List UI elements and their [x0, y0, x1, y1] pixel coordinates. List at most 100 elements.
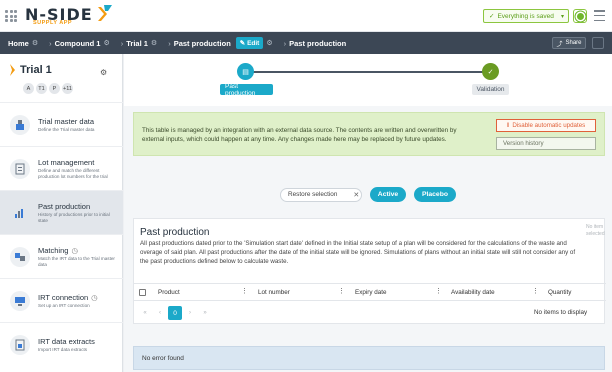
sidebar-item-trial-master-data[interactable]: Trial master data Define the Trial maste…: [0, 102, 123, 146]
breadcrumb-trial[interactable]: › Trial 1 ⚙: [118, 39, 157, 48]
error-status-box: No error found: [133, 346, 605, 370]
avatar: A: [23, 83, 34, 94]
edit-label: Edit: [247, 40, 260, 47]
trial-settings-icon[interactable]: ⚙: [100, 68, 107, 77]
sidebar-item-label: IRT data extracts: [38, 336, 95, 346]
column-header-availability-date[interactable]: Availability date: [451, 289, 495, 296]
disable-label: Disable automatic updates: [512, 122, 586, 129]
expand-icon[interactable]: [592, 37, 604, 49]
column-menu-icon[interactable]: ⋮: [241, 287, 248, 295]
breadcrumb-label: Trial 1: [126, 38, 148, 48]
breadcrumb-label: Past production: [173, 38, 231, 48]
step-validation-label[interactable]: Validation: [472, 84, 509, 95]
matching-icon: [10, 247, 30, 267]
breadcrumb-past-production[interactable]: › Past production ✎ Edit ⚙: [165, 37, 273, 49]
sidebar-item-description: History of productions prior to initial …: [38, 211, 110, 223]
share-label: Share: [565, 40, 582, 46]
step-past-production-icon[interactable]: ▤: [237, 63, 254, 80]
filter-active-chip[interactable]: Active: [370, 187, 406, 202]
sidebar-item-irt-data-extracts[interactable]: IRT data extracts Import IRT data extrac…: [0, 322, 123, 366]
gear-icon[interactable]: ⚙: [151, 39, 157, 47]
disable-automatic-updates-button[interactable]: ‖ Disable automatic updates: [496, 119, 596, 132]
sidebar-item-description: Define the Trial master data: [38, 126, 95, 132]
column-header-product[interactable]: Product: [158, 289, 180, 296]
chevron-right-icon: ›: [120, 38, 124, 48]
previous-page-icon[interactable]: ‹: [153, 306, 167, 320]
logo-mark-icon: [98, 5, 112, 21]
select-all-checkbox[interactable]: [139, 288, 146, 296]
connection-status-icon[interactable]: [573, 9, 587, 23]
bar-chart-icon: [10, 203, 30, 223]
filter-placebo-chip[interactable]: Placebo: [414, 187, 456, 202]
column-menu-icon[interactable]: ⋮: [435, 287, 442, 295]
share-icon: ⤴: [556, 41, 563, 48]
avatar: T1: [36, 83, 47, 94]
pagination: « ‹ 0 › » No items to display: [134, 303, 606, 323]
column-header-quantity[interactable]: Quantity: [548, 289, 571, 296]
version-history-button[interactable]: Version history: [496, 137, 596, 150]
sidebar-item-past-production[interactable]: Past production History of productions p…: [0, 190, 123, 234]
column-header-lot-number[interactable]: Lot number: [258, 289, 290, 296]
sidebar-item-label: Matching: [38, 245, 69, 255]
breadcrumb-compound[interactable]: › Compound 1 ⚙: [46, 39, 110, 48]
past-production-panel: Past production No item selected All pas…: [133, 218, 606, 324]
sidebar-item-label: Past production: [38, 201, 91, 211]
share-button[interactable]: ⤴ Share: [552, 37, 586, 49]
last-page-icon[interactable]: »: [198, 306, 212, 320]
logo-subtitle: SUPPLY APP: [33, 20, 73, 26]
history-icon[interactable]: ◷: [71, 246, 78, 255]
step-validation-check-icon[interactable]: ✓: [482, 63, 499, 80]
restore-selection-chip[interactable]: Restore selection ✕: [280, 187, 362, 202]
chevron-right-icon: ›: [168, 38, 171, 48]
sidebar-item-irt-connection[interactable]: IRT connection ◷ Set up an IRT connection: [0, 278, 123, 322]
breadcrumb-label: Past production: [289, 38, 347, 48]
gear-icon[interactable]: ⚙: [103, 39, 109, 47]
current-page[interactable]: 0: [168, 306, 182, 320]
stepper-line: [250, 71, 490, 73]
data-extracts-icon: [10, 335, 30, 355]
breadcrumb: Home ⚙ › Compound 1 ⚙ › Trial 1 ⚙ › Past…: [0, 32, 612, 54]
app-grid-icon[interactable]: [5, 10, 17, 22]
close-icon[interactable]: ✕: [353, 191, 359, 199]
save-status-text: Everything is saved: [497, 12, 554, 20]
first-page-icon[interactable]: «: [138, 306, 152, 320]
trial-title-text: Trial 1: [20, 64, 52, 76]
chevron-right-icon: ›: [49, 38, 52, 48]
table-header: Product ⋮ Lot number ⋮ Expiry date ⋮ Ava…: [134, 283, 606, 301]
chevron-right-icon: ›: [283, 38, 287, 48]
sidebar-item-matching[interactable]: Matching ◷ Match the IRT data to the Tria…: [0, 234, 123, 278]
sidebar-item-label: IRT connection: [38, 292, 89, 302]
breadcrumb-label: Home: [8, 38, 29, 48]
sidebar-item-lot-management[interactable]: Lot management Define and match the diff…: [0, 146, 123, 190]
avatar-group[interactable]: A T1 P +11: [23, 83, 73, 94]
edit-button[interactable]: ✎ Edit: [235, 37, 264, 49]
pause-icon: ‖: [506, 122, 510, 129]
gear-icon[interactable]: ⚙: [266, 39, 272, 47]
trial-title: Trial 1: [10, 64, 52, 76]
empty-table-text: No items to display: [534, 309, 588, 316]
breadcrumb-home[interactable]: Home ⚙: [8, 39, 38, 48]
panel-title: Past production: [140, 227, 210, 238]
chevron-down-icon: ▾: [560, 13, 564, 20]
sidebar-item-label: Lot management: [38, 157, 95, 167]
restore-label: Restore selection: [288, 191, 338, 198]
master-data-icon: [10, 115, 30, 135]
step-past-production-label[interactable]: Past production: [220, 83, 273, 97]
version-label: Version history: [503, 140, 544, 147]
lot-management-icon: [10, 159, 30, 179]
column-header-expiry-date[interactable]: Expiry date: [355, 289, 387, 296]
check-icon: ✓: [489, 13, 495, 20]
stepper: ▤ ✓ Past production Validation: [124, 54, 612, 106]
gear-icon[interactable]: ⚙: [32, 39, 38, 47]
breadcrumb-current: › Past production: [281, 39, 347, 48]
history-icon[interactable]: ◷: [91, 293, 98, 302]
save-status-dropdown[interactable]: ✓ Everything is saved ▾: [483, 9, 569, 23]
hamburger-menu-icon[interactable]: [594, 10, 605, 21]
sidebar-item-description: Set up an IRT connection: [38, 302, 90, 308]
column-menu-icon[interactable]: ⋮: [338, 287, 345, 295]
next-page-icon[interactable]: ›: [183, 306, 197, 320]
irt-connection-icon: [10, 291, 30, 311]
column-menu-icon[interactable]: ⋮: [532, 287, 539, 295]
sidebar-item-description: Define and match the different productio…: [38, 167, 108, 179]
avatar: P: [49, 83, 60, 94]
